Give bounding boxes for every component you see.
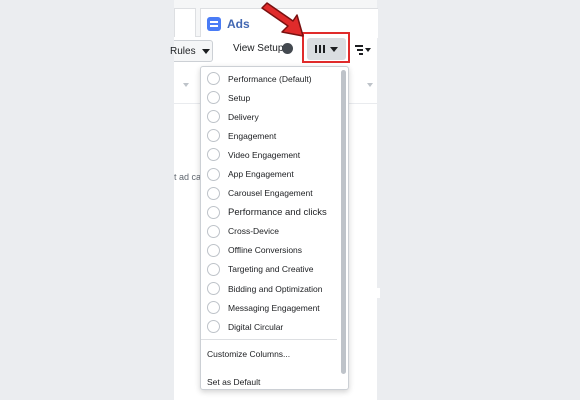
column-preset-item[interactable]: Bidding and Optimization (201, 279, 339, 298)
column-preset-label: Video Engagement (228, 149, 301, 160)
column-presets-list: Performance (Default) Setup Delivery Eng… (201, 69, 339, 389)
column-preset-label: Digital Circular (228, 321, 284, 332)
column-preset-item[interactable]: Carousel Engagement (201, 184, 339, 203)
column-preset-label: Setup (228, 92, 251, 103)
menu-divider (201, 339, 337, 341)
column-preset-item[interactable]: Performance and clicks (201, 203, 339, 222)
background-mark (377, 288, 380, 298)
empty-state-text: t ad ca (174, 172, 202, 182)
column-preset-label: Engagement (228, 130, 277, 141)
view-setup-toggle[interactable] (282, 43, 293, 54)
column-preset-item[interactable]: Engagement (201, 126, 339, 145)
radio-icon[interactable] (207, 110, 220, 124)
customize-columns-item[interactable]: Customize Columns... (201, 343, 339, 365)
radio-icon[interactable] (207, 243, 220, 257)
column-preset-item[interactable]: Video Engagement (201, 145, 339, 164)
highlight-box (302, 32, 350, 63)
column-preset-item[interactable]: Messaging Engagement (201, 298, 339, 317)
column-preset-label: Cross-Device (228, 226, 280, 237)
rules-button[interactable]: Rules (170, 40, 213, 62)
column-preset-item[interactable]: App Engagement (201, 164, 339, 183)
radio-icon[interactable] (207, 282, 220, 296)
column-preset-label: Targeting and Creative (228, 264, 314, 275)
view-setup-label: View Setup (233, 43, 284, 54)
column-sort-icon[interactable] (367, 83, 373, 87)
column-preset-item[interactable]: Setup (201, 88, 339, 107)
ads-icon (207, 16, 221, 31)
set-as-default-item[interactable]: Set as Default (201, 371, 339, 389)
radio-icon[interactable] (207, 262, 220, 276)
column-preset-item[interactable]: Cross-Device (201, 222, 339, 241)
tab-ads-label: Ads (227, 16, 250, 31)
column-preset-label: App Engagement (228, 169, 294, 180)
rules-label: Rules (170, 45, 196, 57)
radio-icon[interactable] (207, 167, 220, 181)
column-preset-item[interactable]: Offline Conversions (201, 241, 339, 260)
radio-icon[interactable] (207, 91, 220, 105)
column-preset-item[interactable]: Delivery (201, 107, 339, 126)
radio-icon[interactable] (207, 72, 220, 86)
column-preset-label: Offline Conversions (228, 245, 303, 256)
column-sort-icon[interactable] (183, 83, 189, 87)
radio-icon[interactable] (207, 301, 220, 315)
breakdown-button[interactable] (355, 40, 377, 60)
breakdown-icon (355, 45, 363, 55)
radio-icon[interactable] (207, 186, 220, 200)
chevron-down-icon (201, 48, 210, 54)
column-preset-label: Messaging Engagement (228, 302, 320, 313)
annotation-arrow-icon (261, 2, 304, 37)
column-preset-item[interactable]: Performance (Default) (201, 69, 339, 88)
column-preset-label: Delivery (228, 111, 259, 122)
column-preset-label: Carousel Engagement (228, 188, 313, 199)
columns-dropdown-menu: Performance (Default) Setup Delivery Eng… (200, 66, 349, 390)
tab-previous[interactable] (174, 8, 196, 37)
chevron-down-icon (365, 48, 371, 52)
radio-icon[interactable] (207, 320, 220, 334)
radio-icon[interactable] (207, 129, 220, 143)
column-preset-label: Bidding and Optimization (228, 283, 323, 294)
radio-icon[interactable] (207, 224, 220, 238)
column-preset-label: Performance and clicks (228, 206, 327, 218)
column-preset-item[interactable]: Digital Circular (201, 317, 339, 336)
column-preset-label: Performance (Default) (228, 73, 312, 84)
radio-icon[interactable] (207, 148, 220, 162)
radio-icon[interactable] (207, 205, 220, 219)
scrollbar[interactable] (341, 70, 346, 374)
column-preset-item[interactable]: Targeting and Creative (201, 260, 339, 279)
